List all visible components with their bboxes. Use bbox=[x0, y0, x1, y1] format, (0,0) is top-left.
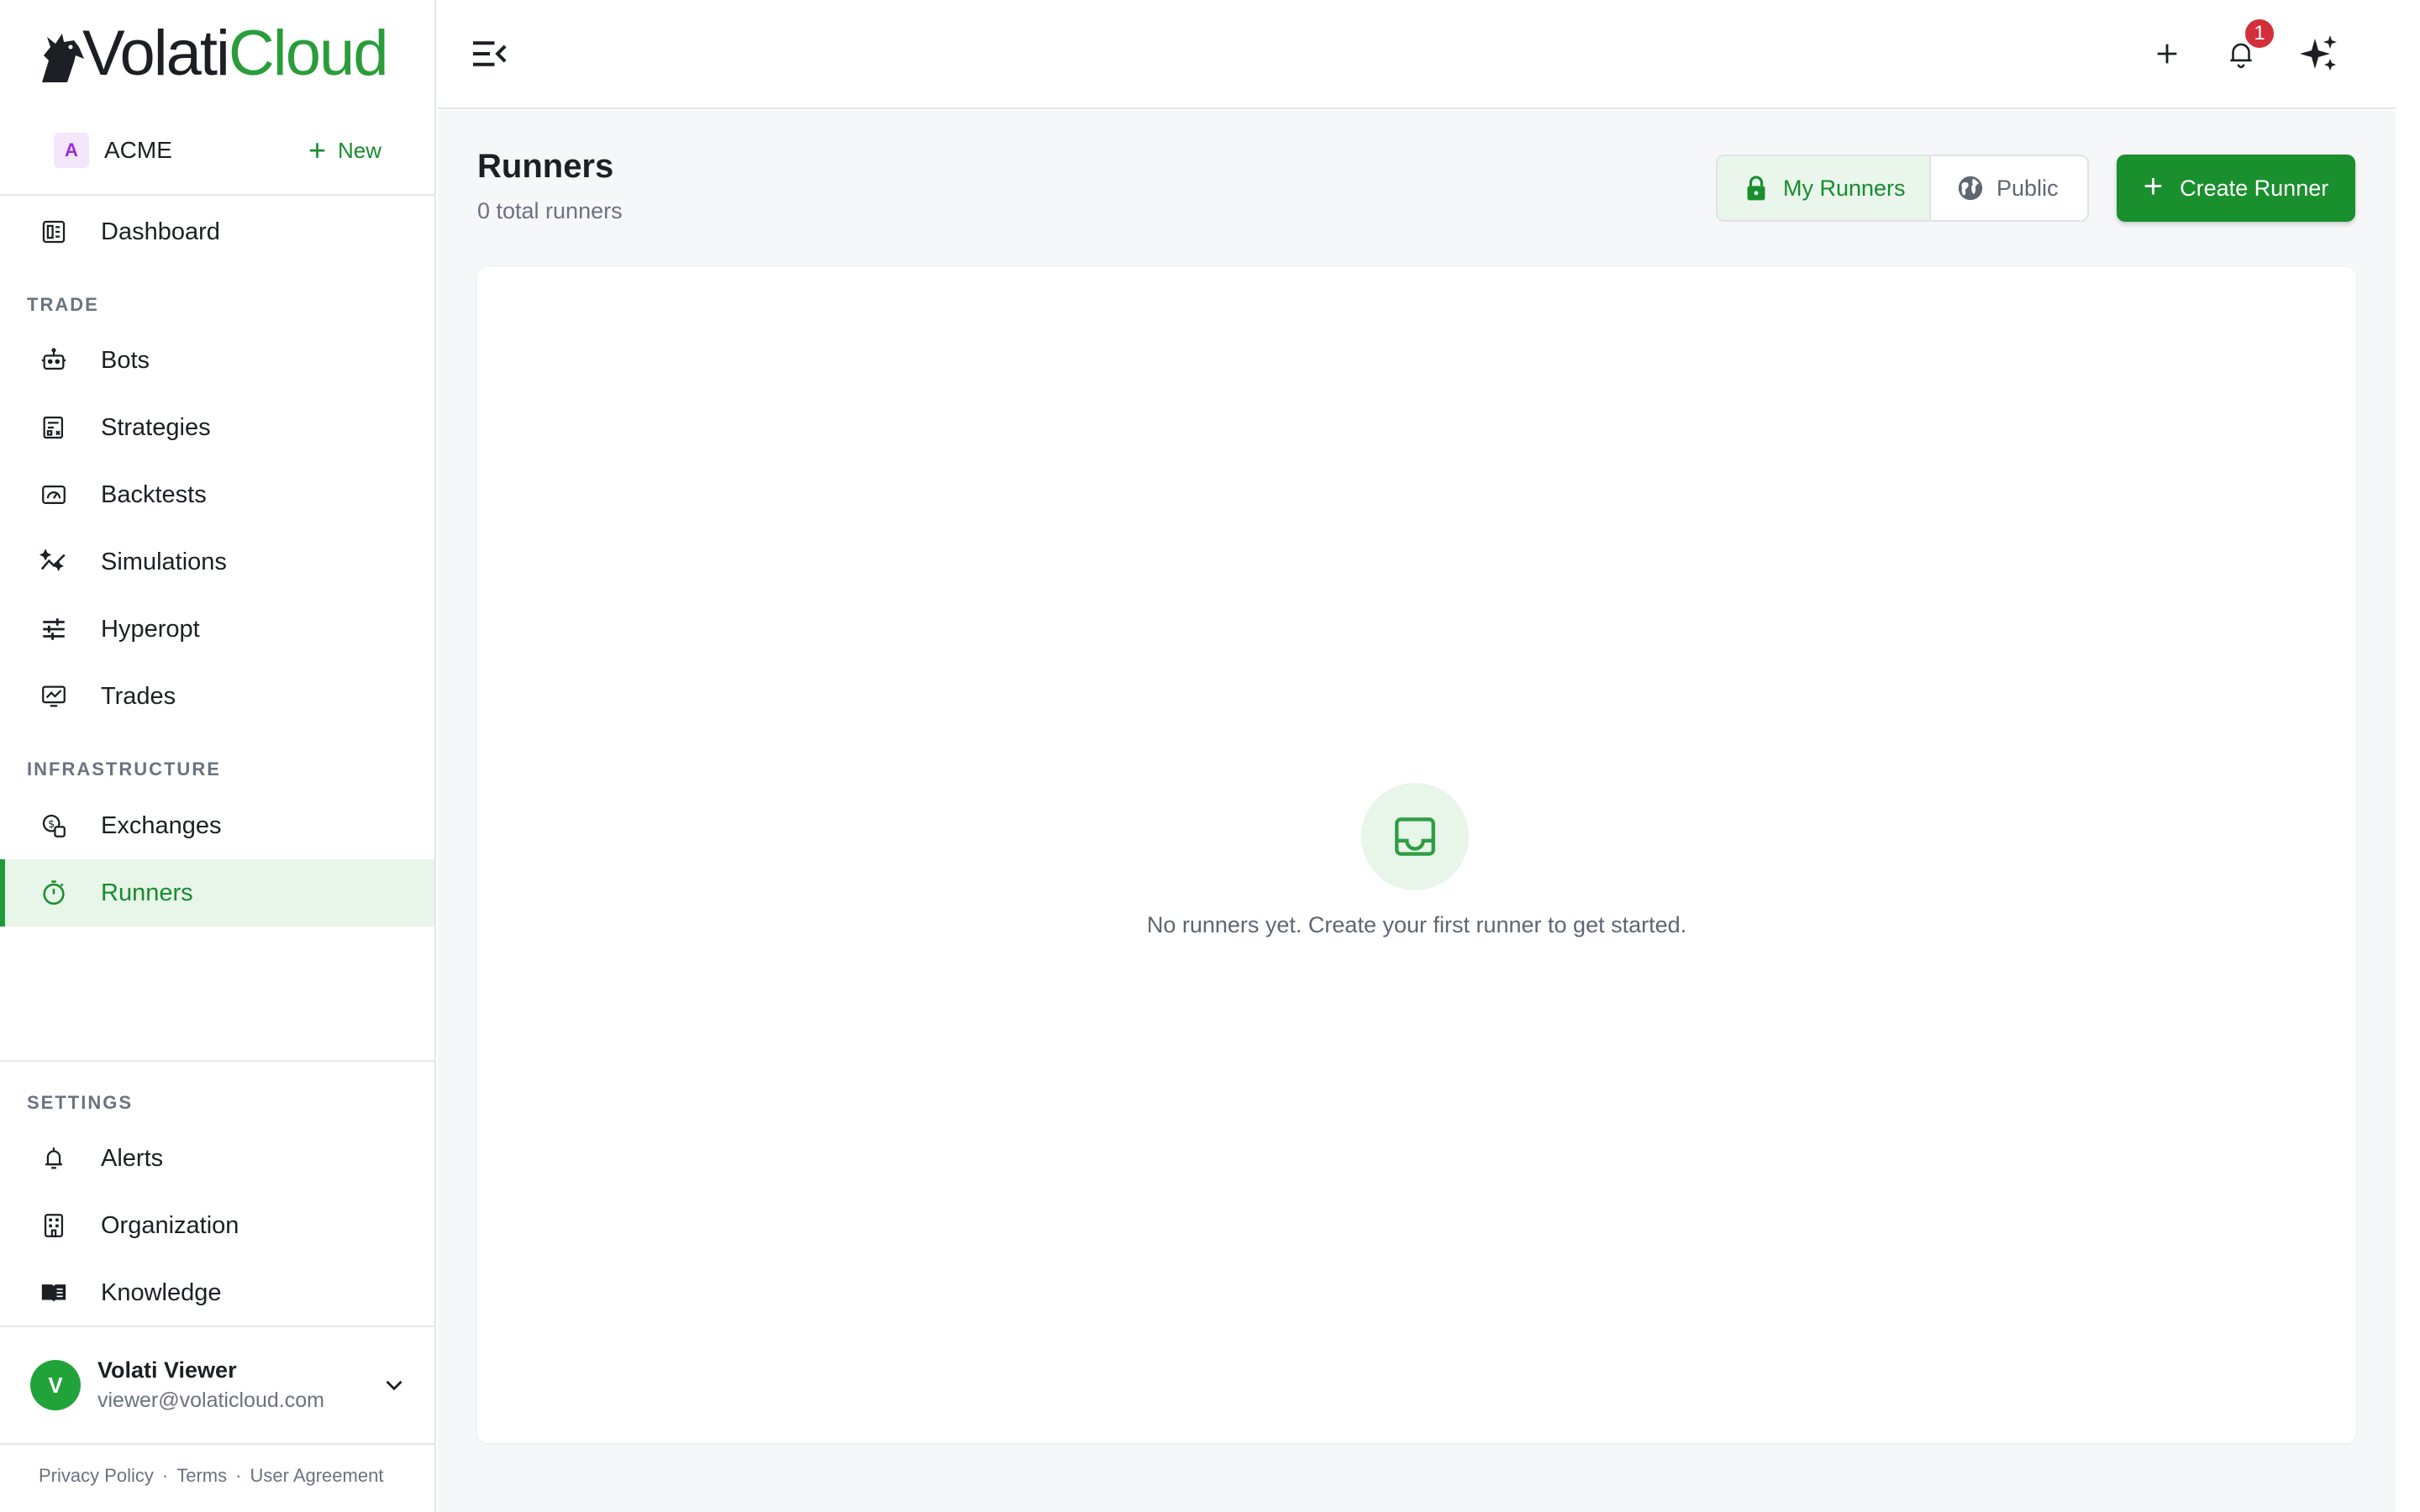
user-menu[interactable]: V Volati Viewer viewer@volaticloud.com bbox=[30, 1356, 408, 1415]
sidebar-item-backtests[interactable]: Backtests bbox=[0, 461, 434, 528]
sidebar-item-simulations[interactable]: Simulations bbox=[0, 528, 434, 596]
toggle-my-runners[interactable]: My Runners bbox=[1718, 156, 1931, 220]
toggle-my-runners-label: My Runners bbox=[1783, 175, 1906, 201]
create-runner-button[interactable]: + Create Runner bbox=[2117, 155, 2355, 222]
add-button[interactable] bbox=[2147, 34, 2187, 74]
sidebar-item-label: Alerts bbox=[101, 1144, 164, 1172]
user-agreement-link[interactable]: User Agreement bbox=[250, 1465, 383, 1487]
plus-icon bbox=[2157, 44, 2177, 64]
page-subtitle: 0 total runners bbox=[477, 198, 623, 223]
toggle-public-label: Public bbox=[1996, 175, 2059, 201]
strategy-icon bbox=[37, 411, 71, 444]
empty-state-message: No runners yet. Create your first runner… bbox=[1146, 912, 1687, 937]
book-icon bbox=[37, 1276, 71, 1310]
collapse-menu-icon[interactable] bbox=[471, 37, 508, 71]
sidebar-item-alerts[interactable]: Alerts bbox=[0, 1125, 434, 1192]
notification-count-badge: 1 bbox=[2243, 17, 2276, 50]
footer-separator: · bbox=[161, 1465, 169, 1486]
divider bbox=[0, 194, 436, 196]
brand-name-part2: Cloud bbox=[228, 18, 389, 89]
sidebar-item-trades[interactable]: Trades bbox=[0, 663, 434, 730]
sidebar-item-strategies[interactable]: Strategies bbox=[0, 394, 434, 461]
divider bbox=[0, 1326, 436, 1327]
inbox-icon bbox=[1395, 817, 1435, 856]
divider bbox=[0, 1060, 436, 1062]
sparkle-chart-icon bbox=[37, 545, 71, 579]
user-info: Volati Viewer viewer@volaticloud.com bbox=[97, 1357, 324, 1413]
ai-assistant-button[interactable] bbox=[2300, 34, 2340, 74]
privacy-link[interactable]: Privacy Policy bbox=[39, 1465, 154, 1487]
section-title-trade: TRADE bbox=[27, 294, 99, 315]
sidebar-item-runners[interactable]: Runners bbox=[0, 859, 434, 927]
toggle-public[interactable]: Public bbox=[1931, 156, 2087, 220]
terms-link[interactable]: Terms bbox=[176, 1465, 227, 1487]
exchange-icon: $ bbox=[37, 809, 71, 843]
sidebar-item-label: Strategies bbox=[101, 413, 211, 441]
sidebar-item-label: Trades bbox=[101, 682, 176, 710]
top-bar: 1 bbox=[438, 0, 2396, 109]
avatar: V bbox=[30, 1360, 81, 1410]
chevron-down-icon[interactable] bbox=[380, 1371, 408, 1399]
plus-icon: + bbox=[2143, 168, 2164, 205]
robot-icon bbox=[37, 344, 71, 377]
globe-icon bbox=[1958, 176, 1983, 201]
user-name: Volati Viewer bbox=[97, 1357, 237, 1383]
footer-links: Privacy Policy · Terms · User Agreement bbox=[39, 1465, 383, 1487]
sidebar-item-label: Backtests bbox=[101, 480, 207, 508]
sidebar-item-hyperopt[interactable]: Hyperopt bbox=[0, 596, 434, 663]
sidebar: Volati Cloud A ACME + New Dashboard TRADE… bbox=[0, 0, 436, 1512]
timer-icon bbox=[37, 876, 71, 910]
sidebar-item-bots[interactable]: Bots bbox=[0, 327, 434, 394]
sidebar-item-exchanges[interactable]: $ Exchanges bbox=[0, 792, 434, 859]
footer-separator: · bbox=[235, 1465, 242, 1486]
sidebar-item-organization[interactable]: Organization bbox=[0, 1192, 434, 1259]
sidebar-item-label: Organization bbox=[101, 1211, 239, 1239]
org-badge: A bbox=[54, 133, 89, 168]
horse-logo-icon bbox=[42, 34, 84, 82]
main-content: Runners 0 total runners My Runners Publi… bbox=[438, 111, 2396, 1512]
sidebar-item-label: Knowledge bbox=[101, 1278, 222, 1306]
new-org-label: New bbox=[337, 137, 381, 163]
sidebar-item-label: Exchanges bbox=[101, 811, 222, 839]
runners-card: No runners yet. Create your first runner… bbox=[477, 267, 2356, 1443]
user-email: viewer@volaticloud.com bbox=[97, 1389, 324, 1412]
plus-icon: + bbox=[308, 133, 326, 167]
new-org-button[interactable]: + New bbox=[308, 133, 381, 168]
brand-name-part1: Volati bbox=[82, 18, 230, 89]
sidebar-item-dashboard[interactable]: Dashboard bbox=[0, 198, 434, 265]
sidebar-item-label: Dashboard bbox=[101, 218, 220, 245]
lock-icon bbox=[1747, 176, 1765, 201]
monitor-chart-icon bbox=[37, 680, 71, 713]
org-switcher[interactable]: A ACME + New bbox=[54, 133, 381, 168]
org-name: ACME bbox=[104, 137, 172, 163]
sidebar-item-label: Simulations bbox=[101, 548, 227, 575]
dashboard-icon bbox=[37, 215, 71, 249]
sidebar-item-label: Runners bbox=[101, 879, 193, 906]
building-icon bbox=[37, 1209, 71, 1242]
bell-icon bbox=[37, 1142, 71, 1175]
sidebar-item-label: Hyperopt bbox=[101, 615, 200, 643]
empty-state-icon-wrapper bbox=[1361, 783, 1469, 890]
runner-scope-toggle: My Runners Public bbox=[1716, 155, 2089, 222]
sparkles-icon bbox=[2300, 35, 2337, 71]
section-title-settings: SETTINGS bbox=[27, 1092, 134, 1113]
sliders-icon bbox=[37, 612, 71, 646]
section-title-infrastructure: INFRASTRUCTURE bbox=[27, 759, 221, 780]
gauge-icon bbox=[37, 478, 71, 512]
page-title: Runners bbox=[477, 148, 614, 185]
svg-text:$: $ bbox=[48, 818, 55, 831]
sidebar-item-label: Bots bbox=[101, 346, 150, 374]
divider bbox=[0, 1443, 436, 1445]
sidebar-item-knowledge[interactable]: Knowledge bbox=[0, 1259, 434, 1326]
brand-logo[interactable]: Volati Cloud bbox=[37, 18, 389, 89]
create-runner-label: Create Runner bbox=[2180, 175, 2329, 201]
